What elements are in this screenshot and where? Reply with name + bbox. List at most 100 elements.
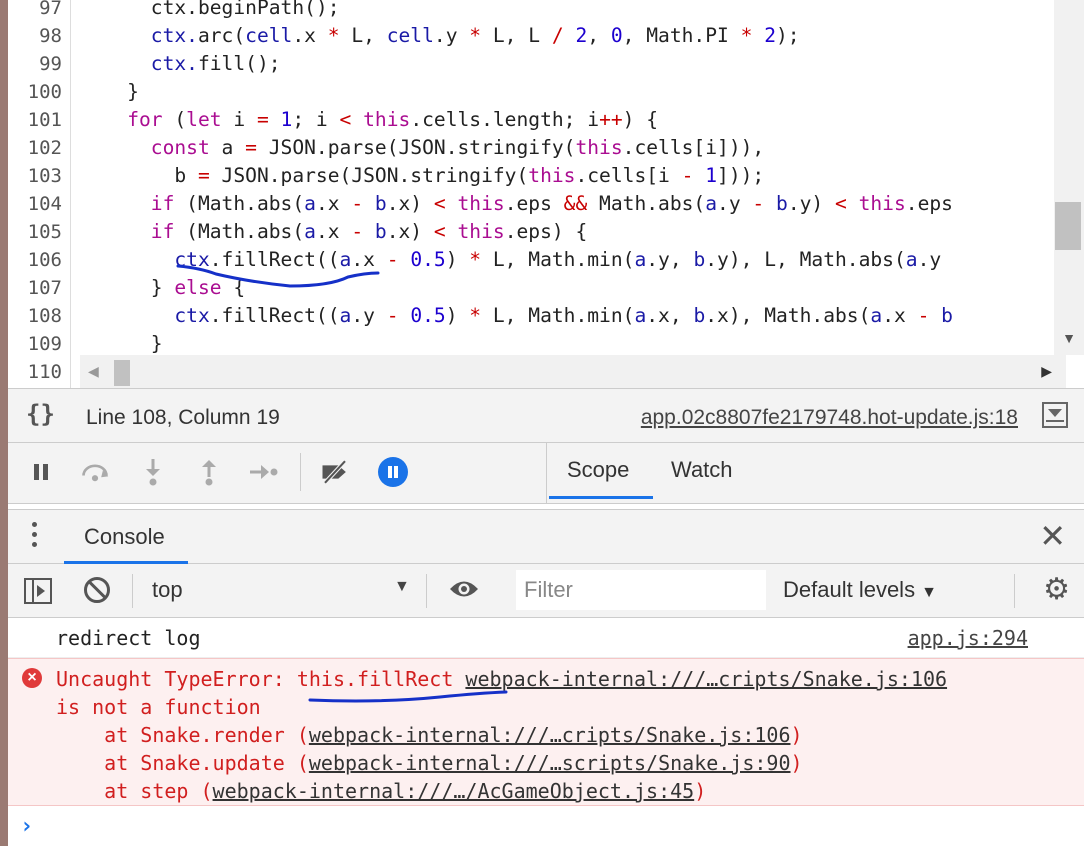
vertical-scrollbar[interactable]: ▼ — [1054, 0, 1084, 355]
code-token: a — [905, 248, 918, 271]
log-source-link[interactable]: app.js:294 — [908, 626, 1028, 650]
show-sidebar-icon[interactable] — [24, 578, 52, 604]
code-token: .y — [717, 192, 753, 215]
code-token: a — [634, 304, 647, 327]
vertical-scroll-thumb[interactable] — [1055, 202, 1081, 250]
line-number[interactable]: 103 — [8, 162, 62, 190]
source-file-link[interactable]: app.02c8807fe2179748.hot-update.js:18 — [641, 406, 1018, 430]
source-editor[interactable]: 9798991001011021031041051061071081091101… — [8, 0, 1084, 388]
error-source-link[interactable]: webpack-internal:///…cripts/Snake.js:106 — [465, 667, 947, 691]
stack-frame-link[interactable]: webpack-internal:///…cripts/Snake.js:106 — [309, 723, 791, 747]
filter-field[interactable] — [516, 570, 766, 610]
horizontal-scrollbar[interactable]: ◀ ▶ — [80, 355, 1066, 388]
step-out-button[interactable] — [194, 457, 224, 487]
stack-frame-link[interactable]: webpack-internal:///…scripts/Snake.js:90 — [309, 751, 791, 775]
pretty-print-icon[interactable]: {} — [26, 400, 55, 428]
line-number[interactable]: 109 — [8, 330, 62, 358]
toolbar-separator — [426, 574, 427, 608]
step-over-button[interactable] — [80, 457, 110, 487]
code-token: b — [776, 192, 788, 215]
filter-input[interactable] — [516, 570, 754, 610]
line-number[interactable]: 102 — [8, 134, 62, 162]
code-token: this — [363, 108, 411, 131]
console-message-log: redirect log app.js:294 — [8, 618, 1084, 658]
tab-console[interactable]: Console — [64, 510, 188, 564]
code-token: else — [174, 276, 222, 299]
toggle-drawer-icon[interactable] — [1042, 402, 1068, 428]
pause-on-exceptions-button[interactable] — [378, 457, 408, 487]
code-token: - — [752, 192, 765, 215]
code-token: let — [186, 108, 222, 131]
code-area[interactable]: ctx.beginPath(); ctx.arc(cell.x * L, cel… — [80, 0, 1060, 355]
log-levels-label: Default levels — [783, 577, 916, 602]
line-number[interactable]: 104 — [8, 190, 62, 218]
code-line: if (Math.abs(a.x - b.x) < this.eps) { — [80, 218, 587, 246]
line-number[interactable]: 110 — [8, 358, 62, 386]
code-token: * — [740, 24, 753, 47]
code-token: * — [469, 248, 482, 271]
code-line: for (let i = 1; i < this.cells.length; i… — [80, 106, 658, 134]
code-token: if — [150, 192, 175, 215]
stack-frame-close: ) — [790, 751, 803, 775]
code-line: ctx.fillRect((a.y - 0.5) * L, Math.min(a… — [80, 302, 953, 330]
tab-watch[interactable]: Watch — [671, 457, 733, 483]
editor-status-bar: {} Line 108, Column 19 app.02c8807fe2179… — [8, 388, 1084, 443]
chevron-down-icon[interactable]: ▼ — [394, 578, 410, 596]
code-token: this — [575, 136, 623, 159]
code-token: b — [941, 304, 953, 327]
code-line: ctx.arc(cell.x * L, cell.y * L, L / 2, 0… — [80, 22, 800, 50]
tab-scope[interactable]: Scope — [567, 457, 629, 483]
log-levels-dropdown[interactable]: Default levels ▼ — [783, 577, 937, 603]
line-number[interactable]: 105 — [8, 218, 62, 246]
scroll-right-arrow-icon[interactable]: ▶ — [1041, 363, 1052, 380]
line-number[interactable]: 98 — [8, 22, 62, 50]
stack-frame-text: at step ( — [56, 779, 213, 803]
code-token: cell — [245, 24, 293, 47]
code-line: const a = JSON.parse(JSON.stringify(this… — [80, 134, 764, 162]
horizontal-scroll-thumb[interactable] — [114, 360, 130, 386]
console-prompt-icon[interactable]: › — [20, 814, 33, 839]
line-number[interactable]: 108 — [8, 302, 62, 330]
code-token: Math.abs( — [587, 192, 706, 215]
gear-icon[interactable]: ⚙ — [1043, 574, 1070, 606]
code-token: .y — [917, 248, 942, 271]
more-options-icon[interactable] — [32, 522, 38, 552]
error-line-1: Uncaught TypeError: this.fillRect webpac… — [56, 665, 947, 693]
resume-button[interactable] — [26, 457, 56, 487]
code-token: ) { — [622, 108, 659, 131]
line-number[interactable]: 99 — [8, 50, 62, 78]
scroll-down-arrow-icon[interactable]: ▼ — [1062, 330, 1076, 346]
line-number-gutter[interactable]: 9798991001011021031041051061071081091101… — [8, 0, 71, 388]
code-token: if — [150, 220, 175, 243]
context-selector[interactable]: top — [152, 577, 183, 603]
code-token: JSON.parse(JSON.stringify( — [256, 136, 576, 159]
error-prefix: Uncaught TypeError: — [56, 667, 297, 691]
clear-console-icon[interactable] — [84, 577, 110, 603]
line-number[interactable]: 107 — [8, 274, 62, 302]
code-token: * — [469, 304, 482, 327]
scroll-left-arrow-icon[interactable]: ◀ — [88, 363, 99, 380]
code-token: ( — [162, 108, 187, 131]
console-tab-label: Console — [84, 524, 165, 549]
step-button[interactable] — [248, 457, 278, 487]
line-number[interactable]: 97 — [8, 0, 62, 22]
eye-icon[interactable] — [448, 578, 480, 600]
line-number[interactable]: 101 — [8, 106, 62, 134]
code-token: this — [457, 220, 505, 243]
close-icon[interactable]: ✕ — [1039, 518, 1066, 554]
line-number[interactable]: 100 — [8, 78, 62, 106]
deactivate-breakpoints-button[interactable] — [320, 457, 350, 487]
code-token: && — [563, 192, 588, 215]
code-token: this — [528, 164, 576, 187]
step-into-button[interactable] — [138, 457, 168, 487]
error-icon: × — [22, 668, 42, 688]
stack-frame-link[interactable]: webpack-internal:///…/AcGameObject.js:45 — [213, 779, 695, 803]
window-left-edge — [0, 0, 8, 846]
code-token: - — [386, 304, 399, 327]
line-number[interactable]: 106 — [8, 246, 62, 274]
code-token: b — [374, 220, 387, 243]
